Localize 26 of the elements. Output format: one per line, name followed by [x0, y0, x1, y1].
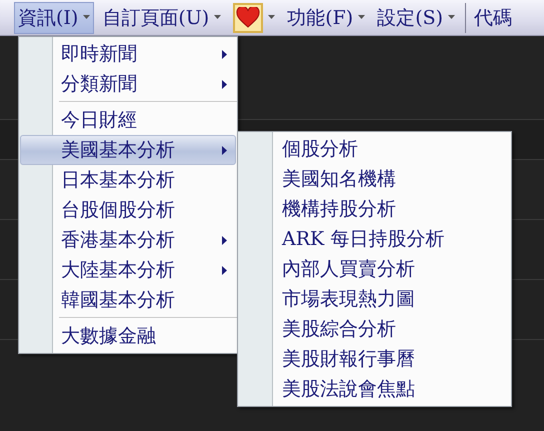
menu-item[interactable]: 今日財經 — [20, 105, 236, 135]
menu-item[interactable]: 美國知名機構 — [239, 164, 510, 194]
favorites-button[interactable] — [233, 2, 264, 32]
menu-item[interactable]: 韓國基本分析 — [20, 285, 236, 315]
heart-icon — [236, 7, 260, 28]
menu-bar-item[interactable]: 代碼 — [470, 2, 516, 34]
menu-item[interactable]: 分類新聞 — [20, 69, 236, 99]
menu-item[interactable]: 個股分析 — [239, 134, 510, 164]
menu-item[interactable]: 台股個股分析 — [20, 195, 236, 225]
menu-item[interactable]: 大陸基本分析 — [20, 255, 236, 285]
menu-item[interactable]: 內部人買賣分析 — [239, 254, 510, 284]
menu-item[interactable]: 美股法說會焦點 — [239, 374, 510, 404]
menu-item[interactable]: 機構持股分析 — [239, 194, 510, 224]
menu-item[interactable]: 即時新聞 — [20, 39, 236, 69]
menu-item[interactable]: 香港基本分析 — [20, 225, 236, 255]
menu-item[interactable]: 大數據金融 — [20, 321, 236, 351]
menu-bar-item[interactable]: 自訂頁面(U) — [98, 2, 226, 34]
menu-item[interactable]: ARK 每日持股分析 — [239, 224, 510, 254]
menu-item[interactable]: 市場表現熱力圖 — [239, 284, 510, 314]
menu-bar-item[interactable]: 設定(S) — [373, 2, 460, 34]
menu-item[interactable]: 日本基本分析 — [20, 165, 236, 195]
menu-item[interactable]: 美股綜合分析 — [239, 314, 510, 344]
menu-item[interactable]: 美國基本分析 — [20, 135, 236, 165]
menu-bar-item[interactable]: 資訊(I) — [14, 2, 94, 34]
menu-item[interactable]: 美股財報行事曆 — [239, 344, 510, 374]
menu-bar-item[interactable]: 功能(F) — [283, 2, 370, 34]
